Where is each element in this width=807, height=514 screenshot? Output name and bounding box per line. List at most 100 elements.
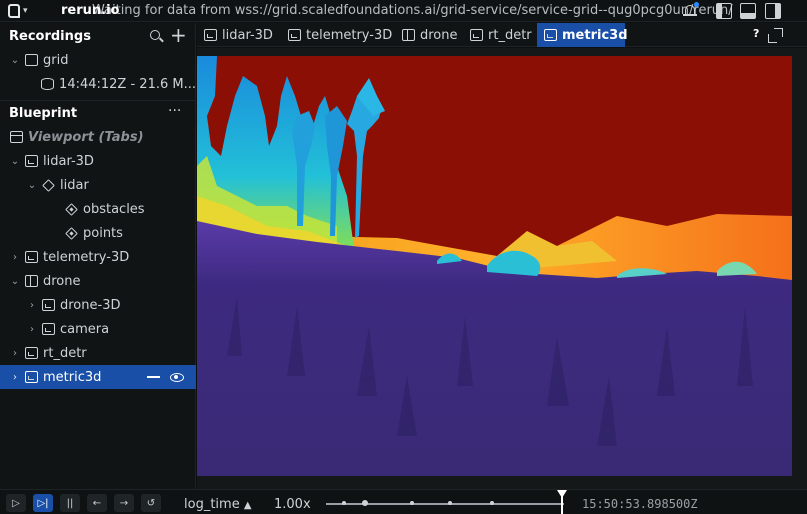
help-button[interactable]: ? bbox=[753, 27, 759, 40]
blueprint-item-points[interactable]: points bbox=[0, 221, 196, 245]
step-back-button[interactable]: ← bbox=[87, 494, 107, 512]
tab-label: telemetry-3D bbox=[306, 27, 393, 43]
blueprint-item-drone[interactable]: ⌄ drone bbox=[0, 269, 196, 293]
blueprint-item-telemetry-3d[interactable]: › telemetry-3D bbox=[0, 245, 196, 269]
recording-entry-label: 14:44:12Z - 21.6 M... bbox=[59, 76, 196, 92]
spatial-3d-view-icon bbox=[42, 299, 55, 311]
blueprint-item-lidar-3d[interactable]: ⌄ lidar-3D bbox=[0, 149, 196, 173]
timeline-marker bbox=[342, 501, 346, 505]
blueprint-item-label: Viewport (Tabs) bbox=[28, 129, 144, 145]
play-button[interactable]: ▷ bbox=[6, 494, 26, 512]
timeline-marker bbox=[490, 501, 494, 505]
spatial-2d-view-icon bbox=[42, 323, 55, 335]
rerun-logo-icon bbox=[8, 4, 20, 18]
tab-drone[interactable]: drone bbox=[395, 23, 465, 47]
chevron-right-icon[interactable]: › bbox=[10, 372, 20, 383]
caret-up-icon: ▲ bbox=[243, 500, 252, 511]
blueprint-item-label: drone bbox=[43, 273, 81, 289]
blueprint-item-label: telemetry-3D bbox=[43, 249, 130, 265]
metric3d-view[interactable] bbox=[197, 48, 807, 489]
pause-button[interactable]: || bbox=[60, 494, 80, 512]
recordings-header: Recordings bbox=[0, 24, 196, 48]
tab-rt-detr[interactable]: rt_detr bbox=[463, 23, 539, 47]
chevron-down-icon[interactable]: ⌄ bbox=[27, 180, 37, 191]
spatial-3d-view-icon bbox=[288, 29, 301, 41]
timeline-playhead[interactable] bbox=[557, 490, 567, 514]
blueprint-item-label: lidar-3D bbox=[43, 153, 94, 169]
entity-group-icon bbox=[42, 178, 55, 192]
blueprint-item-label: obstacles bbox=[83, 201, 145, 217]
rerun-menu-button[interactable]: ▾ bbox=[8, 3, 38, 19]
chevron-down-icon[interactable]: ⌄ bbox=[10, 276, 20, 287]
blueprint-item-label: metric3d bbox=[43, 369, 102, 385]
toggle-left-panel-icon[interactable] bbox=[716, 3, 732, 19]
blueprint-item-label: lidar bbox=[60, 177, 89, 193]
chevron-down-icon[interactable]: ⌄ bbox=[10, 55, 20, 66]
tab-metric3d[interactable]: metric3d bbox=[537, 23, 628, 47]
recording-app-label: grid bbox=[43, 52, 69, 68]
horizontal-container-icon bbox=[25, 275, 38, 287]
more-options-icon[interactable]: ··· bbox=[168, 103, 181, 119]
top-bar: ▾ Waiting for data from wss://grid.scale… bbox=[0, 0, 807, 22]
tab-label: drone bbox=[420, 27, 458, 43]
blueprint-item-rt-detr[interactable]: › rt_detr bbox=[0, 341, 196, 365]
chevron-right-icon[interactable]: › bbox=[27, 300, 37, 311]
connection-status-text: Waiting for data from wss://grid.scaledf… bbox=[92, 3, 733, 18]
timeline-marker bbox=[362, 500, 368, 506]
depth-image[interactable] bbox=[197, 56, 792, 476]
recordings-title: Recordings bbox=[9, 28, 91, 44]
current-time: 15:50:53.898500Z bbox=[582, 497, 698, 511]
database-icon bbox=[41, 78, 55, 90]
spatial-2d-view-icon bbox=[25, 347, 38, 359]
timeline-selector[interactable]: log_time ▲ bbox=[184, 497, 252, 512]
tab-label: metric3d bbox=[562, 27, 628, 43]
timeline-marker bbox=[448, 501, 452, 505]
step-forward-button[interactable]: → bbox=[114, 494, 134, 512]
recording-app-row[interactable]: ⌄ grid bbox=[0, 48, 196, 72]
spatial-2d-view-icon bbox=[470, 29, 483, 41]
blueprint-item-metric3d[interactable]: › metric3d bbox=[0, 365, 196, 389]
playback-speed[interactable]: 1.00x bbox=[274, 497, 311, 512]
toggle-right-panel-icon[interactable] bbox=[765, 3, 781, 19]
tab-label: rt_detr bbox=[488, 27, 532, 43]
tab-lidar-3d[interactable]: lidar-3D bbox=[197, 23, 280, 47]
notification-dot bbox=[694, 2, 699, 7]
search-icon[interactable] bbox=[150, 30, 160, 40]
maximize-view-icon[interactable] bbox=[768, 28, 783, 43]
chevron-down-icon[interactable]: ⌄ bbox=[10, 156, 20, 167]
left-panel: Recordings + ⌄ grid 14:44:12Z - 21.6 M..… bbox=[0, 23, 196, 489]
loop-button[interactable]: ↺ bbox=[141, 494, 161, 512]
blueprint-item-camera[interactable]: › camera bbox=[0, 317, 196, 341]
visibility-eye-icon[interactable] bbox=[170, 372, 184, 382]
blueprint-header: Blueprint bbox=[0, 101, 196, 125]
recording-entry-row[interactable]: 14:44:12Z - 21.6 M... bbox=[0, 72, 196, 96]
chevron-right-icon[interactable]: › bbox=[10, 348, 20, 359]
blueprint-item-lidar[interactable]: ⌄ lidar bbox=[0, 173, 196, 197]
entity-icon bbox=[65, 226, 78, 240]
toggle-bottom-panel-icon[interactable] bbox=[740, 3, 756, 19]
remove-icon[interactable] bbox=[147, 376, 160, 378]
spatial-3d-view-icon bbox=[25, 251, 38, 263]
chevron-down-icon: ▾ bbox=[23, 6, 28, 16]
blueprint-item-drone-3d[interactable]: › drone-3D bbox=[0, 293, 196, 317]
blueprint-item-label: rt_detr bbox=[43, 345, 87, 361]
blueprint-item-label: drone-3D bbox=[60, 297, 121, 313]
spatial-2d-view-icon bbox=[544, 29, 557, 41]
app-icon bbox=[25, 54, 38, 66]
notifications-bell-icon[interactable] bbox=[682, 2, 699, 19]
follow-button[interactable]: ▷| bbox=[33, 494, 53, 512]
horizontal-container-icon bbox=[402, 29, 415, 41]
spatial-2d-view-icon bbox=[25, 371, 38, 383]
blueprint-item-label: points bbox=[83, 225, 123, 241]
blueprint-viewport-row[interactable]: Viewport (Tabs) bbox=[0, 125, 196, 149]
add-recording-button[interactable]: + bbox=[170, 25, 187, 45]
chevron-right-icon[interactable]: › bbox=[27, 324, 37, 335]
timeline-name: log_time bbox=[184, 497, 240, 512]
entity-icon bbox=[65, 202, 78, 216]
app-name: rerun.io bbox=[61, 3, 120, 18]
time-panel: ▷ ▷| || ← → ↺ log_time ▲ 1.00x 15:50:53.… bbox=[0, 489, 807, 514]
chevron-right-icon[interactable]: › bbox=[10, 252, 20, 263]
blueprint-item-obstacles[interactable]: obstacles bbox=[0, 197, 196, 221]
tab-telemetry-3d[interactable]: telemetry-3D bbox=[281, 23, 399, 47]
spatial-3d-view-icon bbox=[25, 155, 38, 167]
